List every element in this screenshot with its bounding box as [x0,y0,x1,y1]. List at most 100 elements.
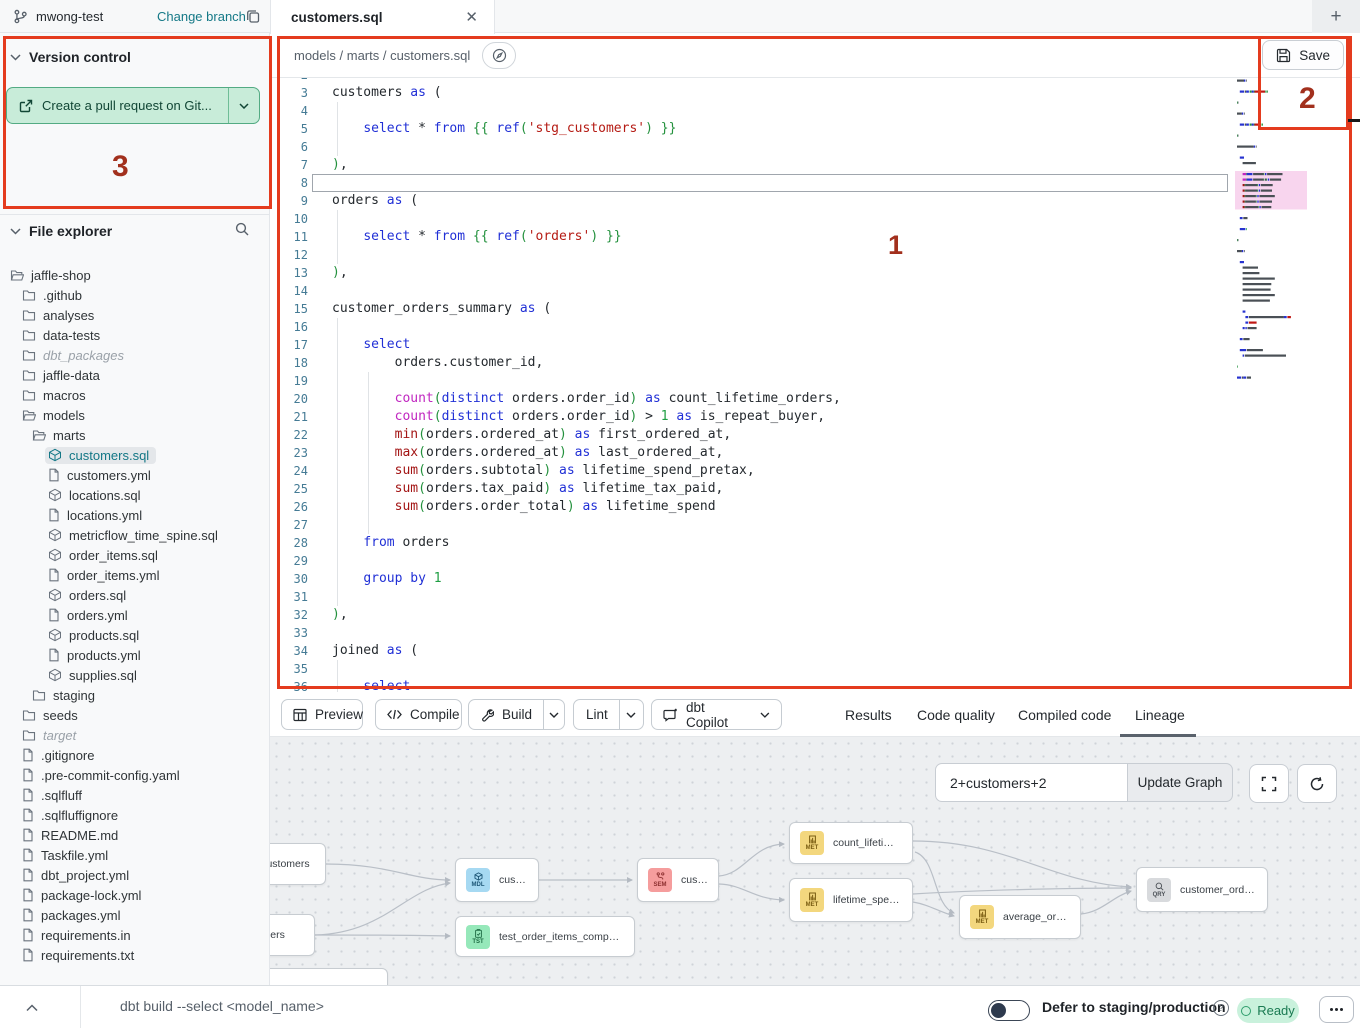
code-line-15[interactable]: 15customer_orders_summary as ( [270,300,1360,318]
file-row-seeds[interactable]: seeds [0,705,270,725]
refresh-button[interactable] [1297,764,1337,803]
file-row-staging[interactable]: staging [0,685,270,705]
file-row-orders.yml[interactable]: orders.yml [0,605,270,625]
file-row-requirements.txt[interactable]: requirements.txt [0,945,270,965]
file-row-.gitignore[interactable]: .gitignore [0,745,270,765]
lineage-node-customers[interactable]: MDLcustomers [455,858,539,902]
file-row-packages.yml[interactable]: packages.yml [0,905,270,925]
file-row-customers.yml[interactable]: customers.yml [0,465,270,485]
code-line-24[interactable]: 24 sum(orders.subtotal) as lifetime_spen… [270,462,1360,480]
code-line-29[interactable]: 29 [270,552,1360,570]
code-line-26[interactable]: 26 sum(orders.order_total) as lifetime_s… [270,498,1360,516]
code-line-27[interactable]: 27 [270,516,1360,534]
editor-tab-customers-sql[interactable]: customers.sql ✕ [270,0,495,34]
file-row-macros[interactable]: macros [0,385,270,405]
defer-toggle[interactable] [988,1000,1030,1021]
file-row-order_items.yml[interactable]: order_items.yml [0,565,270,585]
file-row-data-tests[interactable]: data-tests [0,325,270,345]
file-row-requirements.in[interactable]: requirements.in [0,925,270,945]
tab-code-quality[interactable]: Code quality [917,692,995,737]
code-line-35[interactable]: 35 [270,660,1360,678]
version-control-header[interactable]: Version control [10,49,131,65]
fullscreen-button[interactable] [1249,764,1289,803]
file-row-locations.yml[interactable]: locations.yml [0,505,270,525]
tab-results[interactable]: Results [845,692,892,737]
copilot-compass-icon[interactable] [482,42,516,69]
lint-dropdown-caret[interactable] [620,712,643,718]
file-row-Taskfile.yml[interactable]: Taskfile.yml [0,845,270,865]
code-line-34[interactable]: 34joined as ( [270,642,1360,660]
file-row-products.sql[interactable]: products.sql [0,625,270,645]
lineage-node-customers[interactable]: SEMcustomers [637,858,719,902]
lineage-selector-input[interactable]: 2+customers+2 [935,763,1128,802]
command-input[interactable]: dbt build --select <model_name> [120,998,324,1014]
file-row-order_items.sql[interactable]: order_items.sql [0,545,270,565]
code-line-28[interactable]: 28 from orders [270,534,1360,552]
change-branch-link[interactable]: Change branch [157,9,246,24]
file-row-metricflow_time_spine.sql[interactable]: metricflow_time_spine.sql [0,525,270,545]
file-row-package-lock.yml[interactable]: package-lock.yml [0,885,270,905]
file-row-dbt_packages[interactable]: dbt_packages [0,345,270,365]
tab-compiled-code[interactable]: Compiled code [1018,692,1111,737]
code-line-21[interactable]: 21 count(distinct orders.order_id) > 1 a… [270,408,1360,426]
file-row-jaffle-shop[interactable]: jaffle-shop [0,265,270,285]
tab-close-icon[interactable]: ✕ [465,8,478,26]
build-dropdown-caret[interactable] [544,712,564,718]
lineage-panel[interactable]: stg_customersordersMDLcustomersSEMcustom… [270,737,1360,985]
code-line-18[interactable]: 18 orders.customer_id, [270,354,1360,372]
code-line-19[interactable]: 19 [270,372,1360,390]
compile-button[interactable]: Compile [375,699,462,730]
code-editor[interactable]: 23customers as (45 select * from {{ ref(… [270,66,1360,692]
file-explorer-header[interactable]: File explorer [10,223,260,239]
create-pull-request-button[interactable]: Create a pull request on Git... [6,87,260,124]
code-line-9[interactable]: 9orders as ( [270,192,1360,210]
code-line-7[interactable]: 7), [270,156,1360,174]
tab-lineage[interactable]: Lineage [1135,692,1185,737]
preview-button[interactable]: Preview [281,699,363,730]
copy-icon[interactable] [245,8,261,29]
ready-status-badge[interactable]: Ready [1237,998,1299,1023]
editor-minimap[interactable] [1233,72,1311,482]
code-line-11[interactable]: 11 select * from {{ ref('orders') }} [270,228,1360,246]
code-line-6[interactable]: 6 [270,138,1360,156]
code-line-36[interactable]: 36 select [270,678,1360,692]
code-line-23[interactable]: 23 max(orders.ordered_at) as last_ordere… [270,444,1360,462]
lineage-node-count_lifetime_orders[interactable]: METcount_lifetime_orders [789,822,913,864]
file-row-.sqlfluff[interactable]: .sqlfluff [0,785,270,805]
search-icon[interactable] [234,221,250,242]
code-line-32[interactable]: 32), [270,606,1360,624]
code-line-3[interactable]: 3customers as ( [270,84,1360,102]
file-row-.sqlfluffignore[interactable]: .sqlfluffignore [0,805,270,825]
dbt-copilot-button[interactable]: dbt Copilot [651,699,782,730]
lineage-node-average_order_value[interactable]: METaverage_order_value [959,895,1081,939]
file-row-supplies.sql[interactable]: supplies.sql [0,665,270,685]
file-row-marts[interactable]: marts [0,425,270,445]
code-line-17[interactable]: 17 select [270,336,1360,354]
code-line-33[interactable]: 33 [270,624,1360,642]
code-line-13[interactable]: 13), [270,264,1360,282]
lineage-node-lifetime_spend_pretax[interactable]: METlifetime_spend_pretax [789,878,913,922]
file-row-dbt_project.yml[interactable]: dbt_project.yml [0,865,270,885]
help-icon[interactable]: ? [1213,1000,1229,1016]
code-line-20[interactable]: 20 count(distinct orders.order_id) as co… [270,390,1360,408]
code-line-31[interactable]: 31 [270,588,1360,606]
file-row-models[interactable]: models [0,405,270,425]
more-options-button[interactable] [1319,996,1354,1023]
lineage-node-customer_order_metrics[interactable]: QRYcustomer_order_metrics [1136,867,1268,912]
pr-dropdown-caret[interactable] [229,103,259,109]
lineage-node-stg_customers[interactable]: stg_customers [270,843,326,885]
expand-command-bar-caret[interactable] [26,999,38,1017]
lint-button-group[interactable]: Lint [573,699,644,730]
code-line-5[interactable]: 5 select * from {{ ref('stg_customers') … [270,120,1360,138]
code-line-14[interactable]: 14 [270,282,1360,300]
file-row-orders.sql[interactable]: orders.sql [0,585,270,605]
new-tab-button[interactable]: + [1330,7,1341,26]
file-row-analyses[interactable]: analyses [0,305,270,325]
code-line-22[interactable]: 22 min(orders.ordered_at) as first_order… [270,426,1360,444]
lineage-node-test_order_items_compute_to_bools...[interactable]: TSTtest_order_items_compute_to_bools... [455,916,635,957]
lineage-node-partial[interactable] [270,968,388,985]
code-line-25[interactable]: 25 sum(orders.tax_paid) as lifetime_tax_… [270,480,1360,498]
file-row-.github[interactable]: .github [0,285,270,305]
file-row-target[interactable]: target [0,725,270,745]
copilot-dropdown-caret[interactable] [760,712,770,718]
